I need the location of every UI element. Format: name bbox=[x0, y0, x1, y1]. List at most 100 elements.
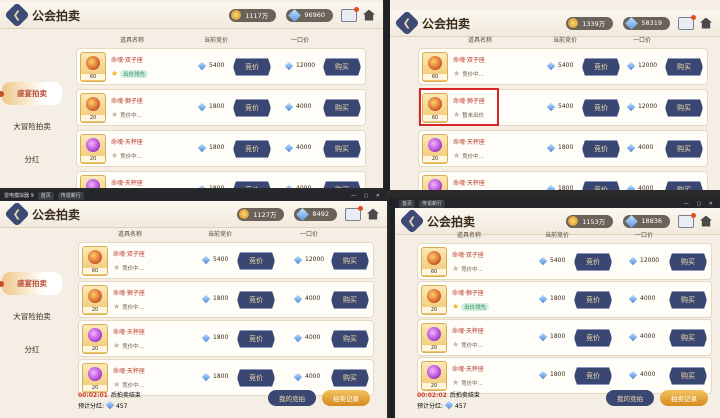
current-bid-price: 1800 bbox=[538, 332, 565, 341]
bid-button[interactable]: 竞价 bbox=[233, 58, 271, 76]
current-bid-price: 1800 bbox=[201, 333, 228, 342]
bid-status: ★ 出价领先 bbox=[452, 303, 490, 311]
bid-button[interactable]: 竞价 bbox=[237, 252, 275, 270]
star-icon[interactable]: ★ bbox=[452, 303, 459, 311]
bid-button[interactable]: 竞价 bbox=[233, 181, 271, 188]
item-slot[interactable]: 20 bbox=[422, 175, 448, 190]
item-slot[interactable]: 20 bbox=[80, 175, 106, 188]
gem-icon bbox=[628, 332, 638, 341]
bid-button[interactable]: 竞价 bbox=[233, 99, 271, 117]
item-slot[interactable]: 60 bbox=[422, 52, 448, 82]
mail-icon[interactable] bbox=[345, 205, 363, 221]
buy-button[interactable]: 购买 bbox=[669, 367, 707, 385]
star-icon[interactable]: ★ bbox=[452, 379, 459, 387]
buy-button[interactable]: 购买 bbox=[331, 252, 369, 270]
back-icon[interactable]: ❮ bbox=[394, 10, 420, 36]
item-slot[interactable]: 20 bbox=[82, 285, 108, 315]
item-slot[interactable]: 60 bbox=[82, 246, 108, 276]
mail-icon[interactable] bbox=[678, 14, 696, 30]
star-icon[interactable]: ★ bbox=[453, 70, 460, 78]
bid-button[interactable]: 竞价 bbox=[582, 140, 620, 158]
sidebar-item-feast-auction[interactable]: 盛宴拍卖 bbox=[0, 272, 62, 295]
home-icon[interactable] bbox=[700, 215, 712, 227]
buy-button[interactable]: 购买 bbox=[323, 140, 361, 158]
bid-button[interactable]: 竞价 bbox=[582, 58, 620, 76]
item-slot[interactable]: 20 bbox=[421, 361, 447, 391]
sidebar-item-dividend[interactable]: 分红 bbox=[2, 148, 62, 171]
bid-button[interactable]: 竞价 bbox=[574, 253, 612, 271]
buy-button[interactable]: 购买 bbox=[331, 369, 369, 387]
highlight-box bbox=[419, 88, 499, 126]
home-icon[interactable] bbox=[363, 9, 375, 21]
sidebar-item-dividend[interactable]: 分红 bbox=[2, 338, 62, 361]
emulator-tab-home[interactable]: 首页 bbox=[399, 199, 416, 208]
item-slot[interactable]: 20 bbox=[421, 285, 447, 315]
bid-button[interactable]: 竞价 bbox=[574, 291, 612, 309]
home-icon[interactable] bbox=[700, 17, 712, 29]
star-icon[interactable]: ★ bbox=[113, 264, 120, 272]
bid-button[interactable]: 竞价 bbox=[233, 140, 271, 158]
timer-label: 后拍卖结束 bbox=[449, 392, 480, 399]
column-header-buyout: 一口价 bbox=[291, 37, 310, 44]
item-slot[interactable]: 20 bbox=[82, 363, 108, 393]
buy-button[interactable]: 购买 bbox=[665, 99, 703, 117]
mail-icon[interactable] bbox=[341, 6, 359, 22]
item-slot[interactable]: 20 bbox=[422, 134, 448, 164]
window-controls[interactable]: — ▢ ✕ bbox=[684, 201, 716, 207]
bid-button[interactable]: 竞价 bbox=[574, 367, 612, 385]
emulator-side-toolbar[interactable] bbox=[389, 198, 395, 418]
star-icon[interactable]: ★ bbox=[111, 152, 118, 160]
buy-button[interactable]: 购买 bbox=[665, 140, 703, 158]
buy-button[interactable]: 购买 bbox=[331, 330, 369, 348]
window-controls[interactable]: — ▢ ✕ bbox=[351, 193, 383, 199]
buy-button[interactable]: 购买 bbox=[669, 329, 707, 347]
buy-button[interactable]: 购买 bbox=[323, 58, 361, 76]
sidebar-item-feast-auction[interactable]: 盛宴拍卖 bbox=[0, 82, 62, 105]
bid-button[interactable]: 竞价 bbox=[582, 99, 620, 117]
auction-records-button[interactable]: 拍卖记录 bbox=[322, 390, 370, 406]
bid-status-text: 竞价中... bbox=[462, 72, 484, 78]
emulator-tab-game[interactable]: 传说新行 bbox=[57, 191, 84, 200]
home-icon[interactable] bbox=[367, 208, 379, 220]
emulator-tab-game[interactable]: 传说新行 bbox=[419, 199, 446, 208]
star-icon[interactable]: ★ bbox=[453, 152, 460, 160]
bid-button[interactable]: 竞价 bbox=[237, 291, 275, 309]
star-icon[interactable]: ★ bbox=[111, 70, 118, 78]
star-icon[interactable]: ★ bbox=[452, 265, 459, 273]
sidebar-item-adventure-auction[interactable]: 大冒险拍卖 bbox=[2, 305, 62, 328]
auction-records-button[interactable]: 拍卖记录 bbox=[660, 390, 708, 406]
auction-row: 60 命魂·双子座 ★ 竞价中... 5400 竞价 12000 购买 bbox=[78, 242, 374, 279]
emulator-side-toolbar[interactable] bbox=[384, 0, 390, 190]
item-slot[interactable]: 60 bbox=[421, 247, 447, 277]
buy-button[interactable]: 购买 bbox=[323, 181, 361, 188]
buy-button[interactable]: 购买 bbox=[323, 99, 361, 117]
bid-status-text: 竞价中... bbox=[461, 343, 483, 349]
sidebar-item-adventure-auction[interactable]: 大冒险拍卖 bbox=[2, 115, 62, 138]
item-slot[interactable]: 20 bbox=[80, 93, 106, 123]
bid-button[interactable]: 竞价 bbox=[574, 329, 612, 347]
bid-button[interactable]: 竞价 bbox=[237, 330, 275, 348]
bid-button[interactable]: 竞价 bbox=[582, 181, 620, 190]
buy-button[interactable]: 购买 bbox=[665, 181, 703, 190]
star-icon[interactable]: ★ bbox=[113, 381, 120, 389]
buy-button[interactable]: 购买 bbox=[669, 291, 707, 309]
back-icon[interactable]: ❮ bbox=[4, 201, 30, 227]
star-icon[interactable]: ★ bbox=[113, 303, 120, 311]
gem-icon bbox=[197, 61, 207, 70]
buy-button[interactable]: 购买 bbox=[665, 58, 703, 76]
my-bids-button[interactable]: 我的竞拍 bbox=[606, 390, 654, 406]
star-icon[interactable]: ★ bbox=[113, 342, 120, 350]
star-icon[interactable]: ★ bbox=[452, 341, 459, 349]
emulator-tab-home[interactable]: 首页 bbox=[37, 191, 54, 200]
mail-icon[interactable] bbox=[678, 212, 696, 228]
back-icon[interactable]: ❮ bbox=[4, 2, 30, 28]
star-icon[interactable]: ★ bbox=[111, 111, 118, 119]
buy-button[interactable]: 购买 bbox=[331, 291, 369, 309]
item-slot[interactable]: 60 bbox=[80, 52, 106, 82]
buy-button[interactable]: 购买 bbox=[669, 253, 707, 271]
my-bids-button[interactable]: 我的竞拍 bbox=[268, 390, 316, 406]
item-slot[interactable]: 20 bbox=[421, 323, 447, 353]
item-slot[interactable]: 20 bbox=[80, 134, 106, 164]
bid-button[interactable]: 竞价 bbox=[237, 369, 275, 387]
item-slot[interactable]: 20 bbox=[82, 324, 108, 354]
